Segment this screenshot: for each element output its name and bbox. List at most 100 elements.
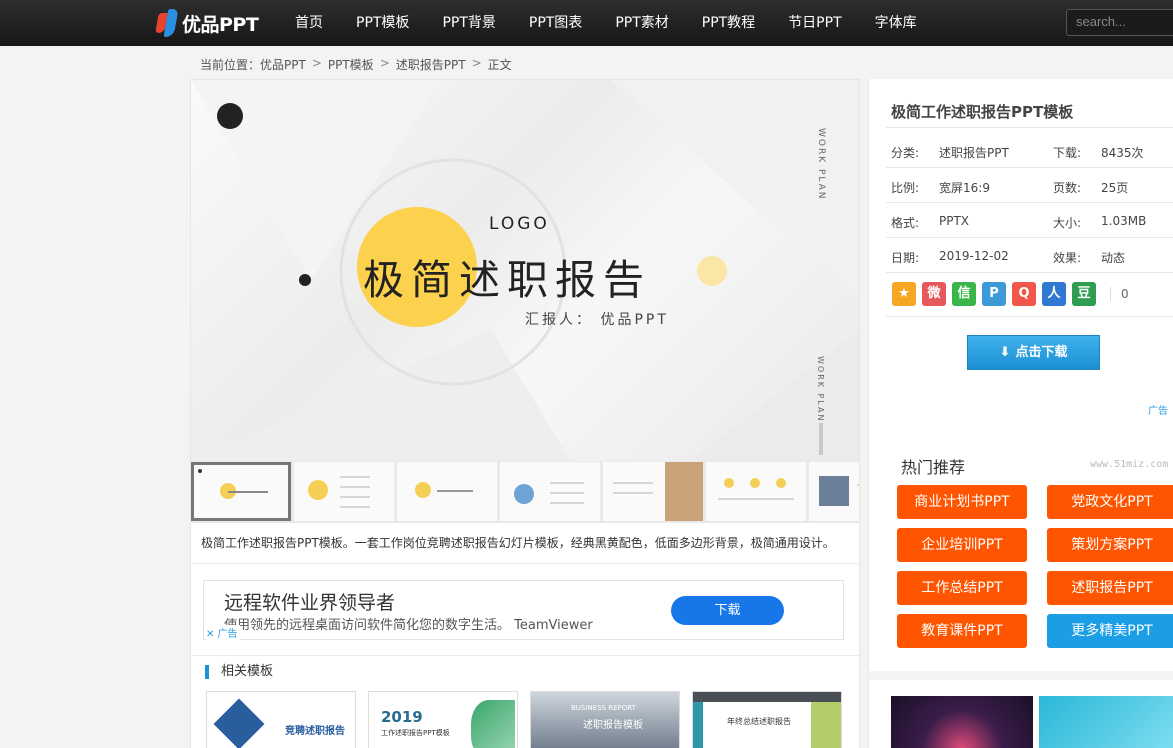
hot-link-work-summary[interactable]: 工作总结PPT <box>897 571 1027 605</box>
thumbnail[interactable] <box>706 462 806 521</box>
breadcrumb-home[interactable]: 当前位置：优品PPT <box>200 56 306 73</box>
breadcrumb-separator: > <box>311 56 322 70</box>
meta-value-downloads: 8435次 <box>1101 146 1144 160</box>
slide-scroll-indicator <box>819 423 823 455</box>
logo-text: 优品PPT <box>182 13 259 36</box>
template-preview[interactable]: LOGO 极简述职报告 汇报人： 优品PPT WORK PLAN WORK PL… <box>191 80 859 461</box>
ad-download-button[interactable]: 下载 <box>671 596 784 625</box>
hot-link-party-culture[interactable]: 党政文化PPT <box>1047 485 1173 519</box>
meta-value-format: PPTX <box>939 214 970 228</box>
meta-value-size: 1.03MB <box>1101 214 1147 228</box>
nav-item-fonts[interactable]: 字体库 <box>859 0 933 46</box>
meta-value-effect: 动态 <box>1101 251 1126 265</box>
divider <box>886 127 1173 128</box>
download-button-label: 点击下载 <box>1015 345 1068 360</box>
thumbnail[interactable] <box>191 462 291 521</box>
douban-icon[interactable]: 豆 <box>1072 282 1096 306</box>
hot-recommend-title: 热门推荐 <box>901 458 966 477</box>
wechat-icon[interactable]: 信 <box>952 282 976 306</box>
qzone-icon[interactable]: ★ <box>892 282 916 306</box>
thumbnail[interactable] <box>294 462 394 521</box>
ad-banner[interactable]: 远程软件业界领导者 使用领先的远程桌面访问软件简化您的数字生活。 TeamVie… <box>203 580 844 640</box>
hot-link-business-plan[interactable]: 商业计划书PPT <box>897 485 1027 519</box>
meta-value-category[interactable]: 述职报告PPT <box>939 144 1009 161</box>
template-title: 极简工作述职报告PPT模板 <box>891 103 1074 121</box>
hot-link-planning[interactable]: 策划方案PPT <box>1047 528 1173 562</box>
related-thumb-text: 竞聘述职报告 <box>285 726 345 737</box>
slide-logo: LOGO <box>489 214 550 234</box>
breadcrumb-separator: > <box>379 56 390 70</box>
meta-label-downloads: 下载: <box>1053 146 1082 160</box>
watermark: www.51miz.com <box>1090 459 1169 470</box>
meta-label-format: 格式: <box>891 216 920 230</box>
top-navbar: 优品PPT 首页 PPT模板 PPT背景 PPT图表 PPT素材 PPT教程 节… <box>0 0 1173 46</box>
meta-label-date: 日期: <box>891 251 920 265</box>
hot-link-corporate-training[interactable]: 企业培训PPT <box>897 528 1027 562</box>
share-count: 0 <box>1110 287 1129 301</box>
renren-icon[interactable]: 人 <box>1042 282 1066 306</box>
divider <box>886 272 1173 273</box>
related-template-card[interactable]: 年终总结述职报告 <box>692 691 842 748</box>
meta-label-ratio: 比例: <box>891 181 920 195</box>
sidebar-bottom-panel <box>868 672 1173 748</box>
nav-item-ppt-tutorials[interactable]: PPT教程 <box>686 0 771 46</box>
breadcrumb-ppt-templates[interactable]: PPT模板 <box>328 56 374 73</box>
ad-close-tag[interactable]: ✕ 广告 <box>206 625 240 640</box>
download-icon: ⬇ <box>999 345 1011 360</box>
sidebar-ad-tag[interactable]: 广告 <box>1148 402 1168 417</box>
site-logo[interactable]: 优品PPT <box>155 9 259 37</box>
related-thumb-text: 述职报告模板 <box>583 720 643 731</box>
hot-link-more[interactable]: 更多精美PPT <box>1047 614 1173 648</box>
thumbnail[interactable] <box>603 462 703 521</box>
nav-item-home[interactable]: 首页 <box>279 0 339 46</box>
thumbnail[interactable] <box>397 462 497 521</box>
breadcrumb-separator: > <box>471 56 482 70</box>
nav-item-ppt-backgrounds[interactable]: PPT背景 <box>426 0 511 46</box>
template-description: 极简工作述职报告PPT模板。一套工作岗位竞聘述职报告幻灯片模板，经典黑黄配色，低… <box>201 536 835 550</box>
meta-value-ratio: 宽屏16:9 <box>939 181 990 195</box>
divider <box>886 237 1173 238</box>
sidebar-thumb[interactable] <box>1039 696 1173 748</box>
hot-link-report[interactable]: 述职报告PPT <box>1047 571 1173 605</box>
divider <box>886 202 1173 203</box>
main-nav: 首页 PPT模板 PPT背景 PPT图表 PPT素材 PPT教程 节日PPT 字… <box>279 0 934 46</box>
nav-item-ppt-charts[interactable]: PPT图表 <box>513 0 598 46</box>
meta-label-effect: 效果: <box>1053 251 1082 265</box>
related-template-card[interactable]: 2019 工作述职报告PPT模板 <box>368 691 518 748</box>
related-thumb-text: 年终总结述职报告 <box>727 717 791 726</box>
related-templates-title: 相关模板 <box>205 665 273 679</box>
nav-item-ppt-materials[interactable]: PPT素材 <box>599 0 684 46</box>
nav-item-holiday-ppt[interactable]: 节日PPT <box>772 0 857 46</box>
thumbnail[interactable] <box>809 462 859 521</box>
related-template-card[interactable]: 竞聘述职报告 <box>206 691 356 748</box>
tieba-icon[interactable]: P <box>982 282 1006 306</box>
hot-link-education[interactable]: 教育课件PPT <box>897 614 1027 648</box>
meta-label-size: 大小: <box>1053 216 1082 230</box>
search-input[interactable]: search... <box>1066 9 1173 36</box>
divider <box>191 655 859 656</box>
qq-icon[interactable]: Q <box>1012 282 1036 306</box>
meta-value-pages: 25页 <box>1101 181 1129 195</box>
logo-mark-icon <box>155 9 179 37</box>
meta-label-pages: 页数: <box>1053 181 1082 195</box>
thumbnail[interactable] <box>500 462 600 521</box>
slide-yellow-dot <box>697 256 727 286</box>
breadcrumb-report-ppt[interactable]: 述职报告PPT <box>396 56 466 73</box>
divider <box>886 167 1173 168</box>
related-template-card[interactable]: BUSINESS REPORT 述职报告模板 <box>530 691 680 748</box>
sidebar: 极简工作述职报告PPT模板 分类: 述职报告PPT 下载: 8435次 比例: … <box>868 79 1173 671</box>
sidebar-thumb[interactable] <box>891 696 1033 748</box>
slide-dot-small <box>299 274 311 286</box>
divider <box>191 563 859 564</box>
slide-side-text: WORK PLAN <box>816 128 826 201</box>
share-bar: ★ 微 信 P Q 人 豆 0 <box>892 282 1129 306</box>
download-button[interactable]: ⬇ 点击下载 <box>967 335 1100 370</box>
breadcrumb-current: 正文 <box>487 58 512 72</box>
slide-title: 极简述职报告 <box>363 256 651 304</box>
nav-item-ppt-templates[interactable]: PPT模板 <box>340 0 425 46</box>
ad-title: 远程软件业界领导者 <box>224 592 396 614</box>
slide-dot-large <box>217 103 243 129</box>
breadcrumb: 当前位置：优品PPT > PPT模板 > 述职报告PPT > 正文 <box>200 56 512 73</box>
weibo-icon[interactable]: 微 <box>922 282 946 306</box>
ad-subtitle: 使用领先的远程桌面访问软件简化您的数字生活。 TeamViewer <box>224 618 593 633</box>
